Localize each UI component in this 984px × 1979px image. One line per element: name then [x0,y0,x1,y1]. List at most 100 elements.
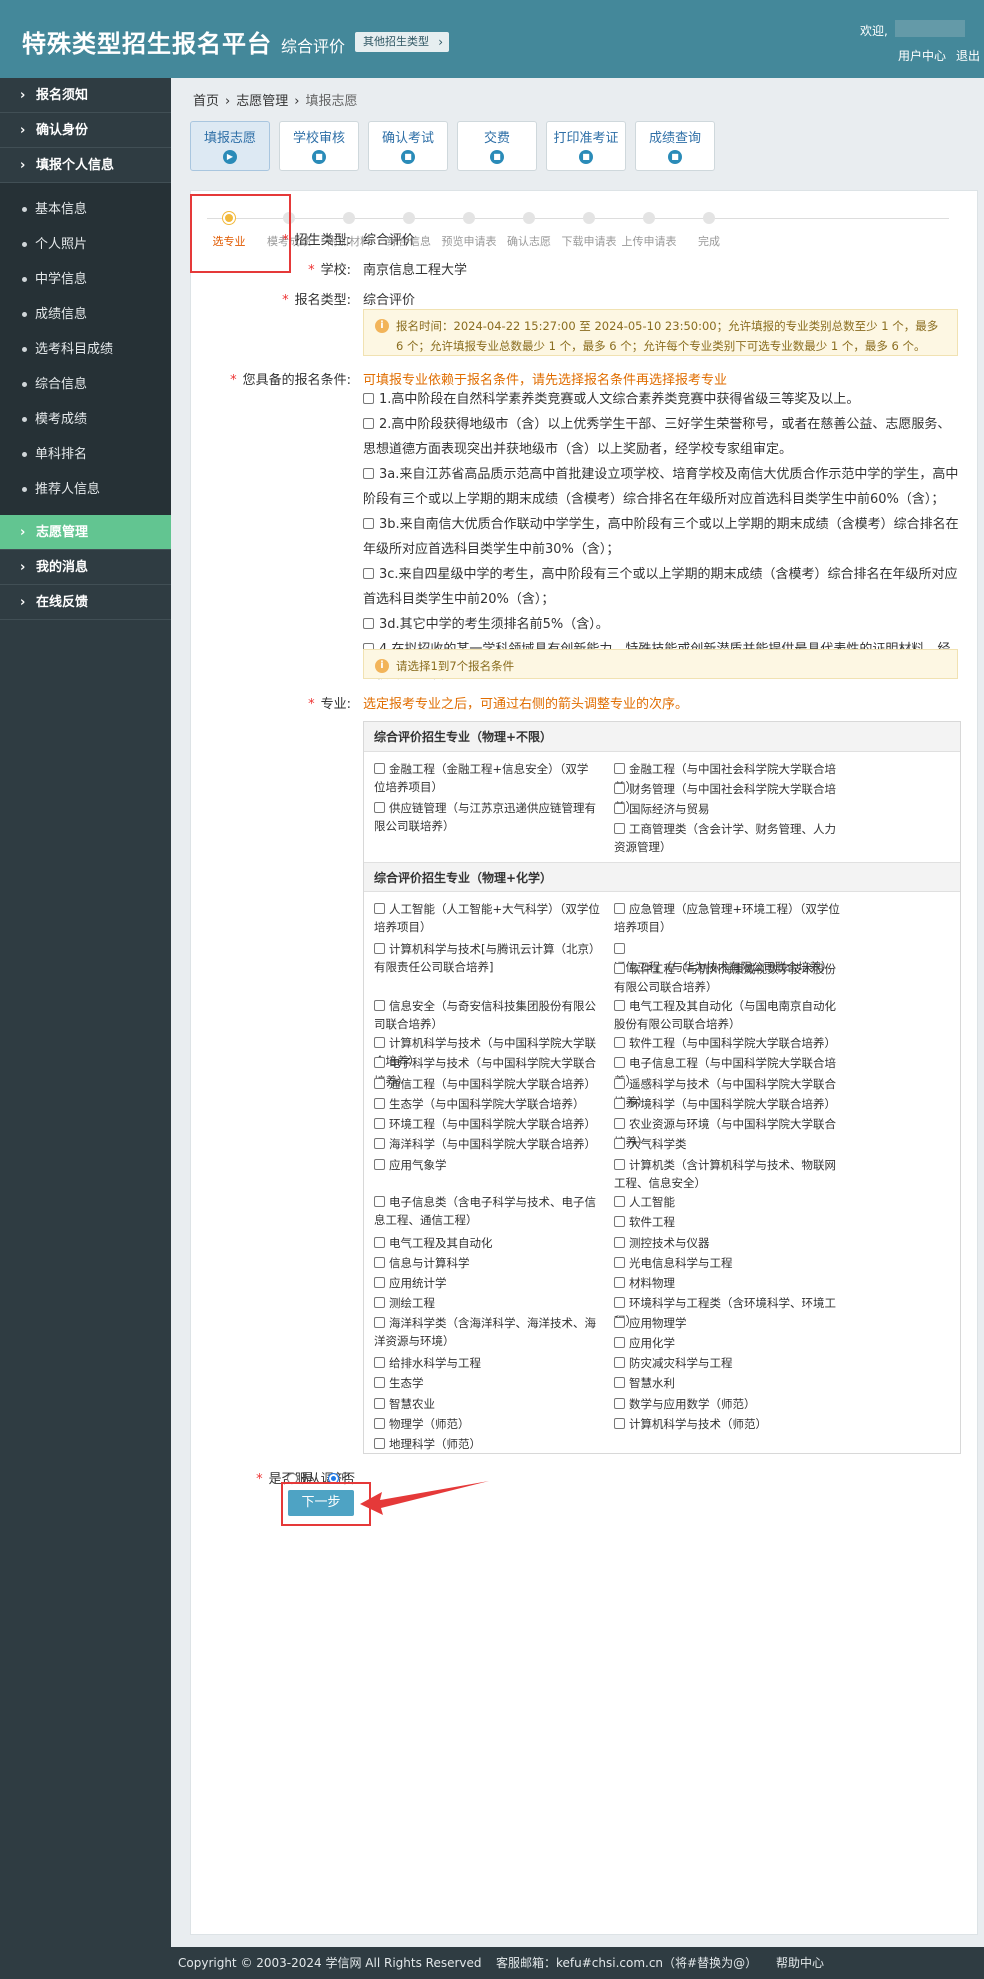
sidebar-group-identity[interactable]: › 确认身份 [0,113,171,148]
sidebar-group-messages[interactable]: › 我的消息 [0,550,171,585]
major-item[interactable]: 应急管理（应急管理+环境工程）（双学位培养项目） [614,900,842,936]
checkbox[interactable] [614,823,625,834]
sidebar-group-notice[interactable]: › 报名须知 [0,78,171,113]
checkbox[interactable] [614,1317,625,1328]
sidebar-item-grades[interactable]: 成绩信息 [0,297,171,332]
sidebar-item-elective-grades[interactable]: 选考科目成绩 [0,332,171,367]
checkbox[interactable] [374,1196,385,1207]
checkbox[interactable] [614,1138,625,1149]
breadcrumb-home[interactable]: 首页 [193,94,219,109]
major-item[interactable]: 软件工程 [614,1213,842,1231]
checkbox[interactable] [614,1357,625,1368]
major-item[interactable]: 供应链管理（与江苏京迅递供应链管理有限公司联培养） [374,799,596,835]
tab-fill-volunteer[interactable]: 填报志愿 ▶ [190,121,270,171]
checkbox[interactable] [374,1357,385,1368]
checkbox[interactable] [614,1337,625,1348]
tab-school-review[interactable]: 学校审核 ■ [279,121,359,171]
checkbox[interactable] [614,1037,625,1048]
tab-confirm-exam[interactable]: 确认考试 ■ [368,121,448,171]
major-item[interactable]: 计算机类（含计算机科学与技术、物联网工程、信息安全） [614,1156,842,1192]
checkbox[interactable] [374,1398,385,1409]
major-item[interactable]: 材料物理 [614,1274,842,1292]
checkbox[interactable] [374,903,385,914]
condition-item[interactable]: 3b.来自南信大优质合作联动中学学生，高中阶段有三个或以上学期的期末成绩（含模考… [363,512,963,562]
major-item[interactable]: 大气科学类 [614,1135,842,1153]
checkbox[interactable] [614,1418,625,1429]
major-item[interactable]: 测绘工程 [374,1294,602,1312]
checkbox[interactable] [363,568,374,579]
checkbox[interactable] [374,1057,385,1068]
checkbox[interactable] [374,1317,385,1328]
major-item[interactable]: 防灾减灾科学与工程 [614,1354,842,1372]
checkbox[interactable] [614,783,625,794]
checkbox[interactable] [614,1297,625,1308]
checkbox[interactable] [363,518,374,529]
checkbox[interactable] [614,1398,625,1409]
checkbox[interactable] [614,1098,625,1109]
checkbox[interactable] [374,763,385,774]
major-item[interactable]: 计算机科学与技术[与腾讯云计算（北京）有限责任公司联合培养] [374,940,602,976]
checkbox[interactable] [374,1297,385,1308]
checkbox[interactable] [614,763,625,774]
checkbox[interactable] [614,1159,625,1170]
major-item[interactable]: 计算机科学与技术（师范） [614,1415,842,1433]
checkbox[interactable] [614,1196,625,1207]
major-item[interactable]: 通信工程（与中国科学院大学联合培养） [374,1075,602,1093]
major-item[interactable]: 应用化学 [614,1334,842,1352]
major-item[interactable]: 金融工程（金融工程+信息安全）（双学位培养项目） [374,760,596,796]
checkbox[interactable] [614,903,625,914]
sidebar-item-referee[interactable]: 推荐人信息 [0,472,171,507]
checkbox[interactable] [374,943,385,954]
checkbox[interactable] [374,1138,385,1149]
help-center-link[interactable]: 帮助中心 [776,1947,824,1979]
checkbox[interactable] [614,1118,625,1129]
checkbox[interactable] [363,393,374,404]
major-item[interactable]: 生态学 [374,1374,602,1392]
checkbox[interactable] [363,468,374,479]
checkbox[interactable] [374,1377,385,1388]
sidebar-item-subject-rank[interactable]: 单科排名 [0,437,171,472]
major-item[interactable]: 海洋科学类（含海洋科学、海洋技术、海洋资源与环境） [374,1314,602,1350]
major-item[interactable]: 软件工程（与中国科学院大学联合培养） [614,1034,842,1052]
major-item[interactable]: 智慧水利 [614,1374,842,1392]
major-item[interactable]: 环境科学（与中国科学院大学联合培养） [614,1095,842,1113]
logout-link[interactable]: 退出 [956,47,980,64]
major-item[interactable]: 环境工程（与中国科学院大学联合培养） [374,1115,602,1133]
tab-payment[interactable]: 交费 ■ [457,121,537,171]
major-item[interactable]: 应用气象学 [374,1156,602,1174]
checkbox[interactable] [374,1418,385,1429]
sidebar-group-feedback[interactable]: › 在线反馈 [0,585,171,620]
major-item[interactable]: 数学与应用数学（师范） [614,1395,842,1413]
condition-item[interactable]: 2.高中阶段获得地级市（含）以上优秀学生干部、三好学生荣誉称号，或者在慈善公益、… [363,412,963,462]
major-item[interactable]: 信息安全（与奇安信科技集团股份有限公司联合培养） [374,997,602,1033]
major-item[interactable]: 生态学（与中国科学院大学联合培养） [374,1095,602,1113]
checkbox[interactable] [614,943,625,954]
major-item[interactable]: 光电信息科学与工程 [614,1254,842,1272]
major-item[interactable]: 人工智能（人工智能+大气科学）（双学位培养项目） [374,900,602,936]
user-center-link[interactable]: 用户中心 [898,47,946,64]
condition-item[interactable]: 3d.其它中学的考生须排名前5%（含）。 [363,612,963,637]
major-item[interactable]: 电气工程及其自动化 [374,1234,602,1252]
major-item[interactable]: 测控技术与仪器 [614,1234,842,1252]
checkbox[interactable] [374,1118,385,1129]
major-item[interactable]: 电气工程及其自动化（与国电南京自动化股份有限公司联合培养） [614,997,842,1033]
major-item[interactable]: 智慧农业 [374,1395,602,1413]
checkbox[interactable] [614,1057,625,1068]
checkbox[interactable] [614,1257,625,1268]
tab-print-ticket[interactable]: 打印准考证 ■ [546,121,626,171]
major-item[interactable]: 国际经济与贸易 [614,800,842,818]
major-item[interactable]: 电子信息类（含电子科学与技术、电子信息工程、通信工程） [374,1193,602,1229]
sidebar-group-volunteer[interactable]: › 志愿管理 [0,515,171,550]
checkbox[interactable] [374,1000,385,1011]
breadcrumb-volunteer[interactable]: 志愿管理 [236,94,288,109]
checkbox[interactable] [614,1216,625,1227]
checkbox[interactable] [614,803,625,814]
checkbox[interactable] [363,418,374,429]
checkbox[interactable] [614,1000,625,1011]
checkbox[interactable] [374,1078,385,1089]
checkbox[interactable] [614,963,625,974]
checkbox[interactable] [374,1098,385,1109]
condition-item[interactable]: 3a.来自江苏省高品质示范高中首批建设立项学校、培育学校及南信大优质合作示范中学… [363,462,963,512]
checkbox[interactable] [374,1257,385,1268]
major-item[interactable]: 信息与计算科学 [374,1254,602,1272]
